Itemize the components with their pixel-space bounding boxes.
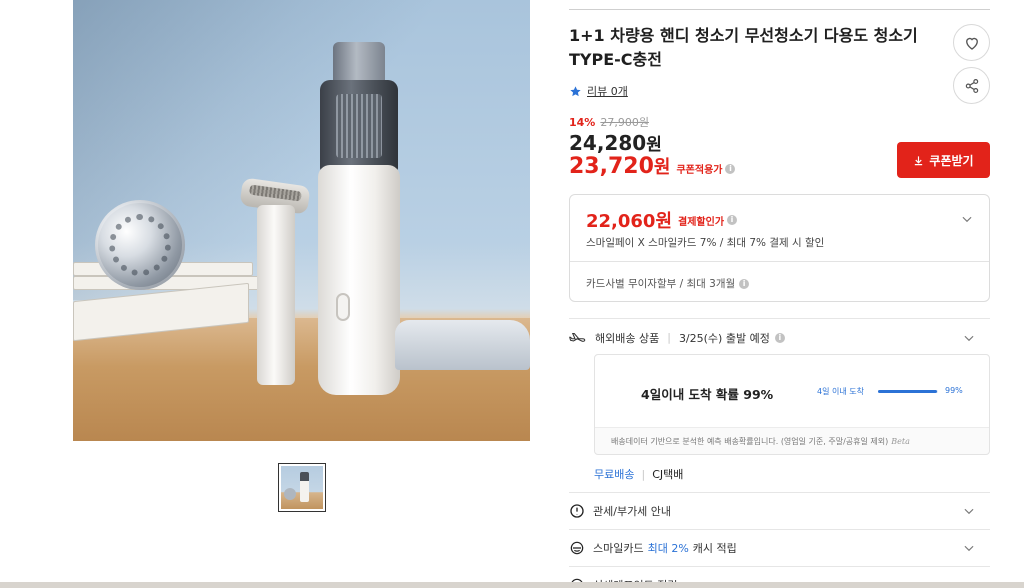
customs-info-row[interactable]: 관세/부가세 안내 [569, 492, 990, 528]
divider [569, 9, 990, 10]
installment-label: 카드사별 무이자할부 / 최대 3개월 [586, 278, 736, 290]
get-coupon-button[interactable]: 쿠폰받기 [897, 142, 990, 178]
installment-info: 카드사별 무이자할부 / 최대 3개월 i [586, 276, 750, 291]
product-info-panel: 1+1 차량용 핸디 청소기 무선청소기 다용도 청소기 TYPE-C충전 리뷰… [569, 0, 990, 588]
chevron-down-icon [962, 216, 972, 223]
product-title: 1+1 차량용 핸디 청소기 무선청소기 다용도 청소기 TYPE-C충전 [569, 26, 918, 69]
probability-summary: 4일이내 도착 확률 99% 4일 이내 도착 99% [595, 355, 989, 428]
probability-bar [878, 390, 938, 393]
image-vacuum-body [318, 165, 400, 395]
probability-headline: 4일이내 도착 확률 99% [641, 387, 774, 402]
share-button[interactable] [953, 67, 990, 104]
smile-card-highlight: 최대 2% [647, 541, 689, 555]
info-icon[interactable]: i [725, 163, 736, 174]
probability-label: 4일 이내 도착 [817, 387, 864, 396]
image-decor-sphere [95, 200, 185, 290]
card-icon [570, 541, 584, 554]
review-count: 리뷰 0개 [587, 85, 628, 98]
coupon-price-unit: 원 [653, 157, 671, 178]
sale-price: 24,280원 [569, 130, 662, 155]
original-price: 27,900원 [600, 116, 649, 129]
divider [570, 261, 989, 262]
plane-icon [569, 332, 586, 342]
smile-card-suffix: 캐시 적립 [692, 541, 737, 555]
smile-card-row[interactable]: 스마일카드 최대 2% 캐시 적립 [569, 529, 990, 565]
payment-price: 22,060원 결제할인가 i [586, 207, 738, 233]
image-cloth [395, 320, 530, 370]
coupon-note-label: 쿠폰적용가 [676, 165, 723, 176]
get-coupon-label: 쿠폰받기 [929, 153, 974, 168]
product-main-image [73, 0, 530, 441]
delivery-probability-box: 4일이내 도착 확률 99% 4일 이내 도착 99% 배송데이터 기반으로 분… [594, 354, 990, 455]
payment-discount-box: 22,060원 결제할인가 i 스마일페이 X 스마일카드 7% / 최대 7%… [569, 194, 990, 302]
review-link[interactable]: 리뷰 0개 [569, 83, 628, 99]
shipping-departure: 3/25(수) 출발 예정 [678, 331, 770, 345]
info-icon[interactable]: i [727, 215, 738, 225]
payment-price-value: 22,060원 [586, 211, 673, 232]
download-icon [915, 155, 923, 165]
star-icon [570, 85, 581, 96]
wishlist-button[interactable] [953, 24, 990, 61]
share-icon [965, 78, 978, 93]
info-icon[interactable]: i [774, 332, 785, 343]
coupon-price-value: 23,720 [569, 154, 654, 179]
info-icon[interactable]: i [739, 278, 750, 289]
free-shipping-label: 무료배송 [594, 468, 635, 481]
delivery-info: 무료배송 | CJ택배 [594, 466, 683, 482]
probability-footnote: 배송데이터 기반으로 분석한 예측 배송확률입니다. (영업일 기준, 주말/공… [611, 436, 910, 447]
coupon-price: 23,720원 쿠폰적용가 i [569, 153, 736, 179]
separator: | [667, 331, 671, 344]
payment-expand-toggle[interactable] [960, 211, 974, 230]
payment-note: 결제할인가 i [678, 213, 738, 228]
image-vacuum-power-button [336, 293, 350, 321]
coupon-note: 쿠폰적용가 i [676, 161, 736, 176]
alert-circle-icon [570, 503, 584, 518]
sale-price-value: 24,280 [569, 131, 647, 155]
payment-description: 스마일페이 X 스마일카드 7% / 최대 7% 결제 시 할인 [586, 237, 825, 249]
probability-percent: 99% [945, 386, 963, 395]
payment-note-label: 결제할인가 [678, 216, 725, 228]
smile-card-prefix: 스마일카드 [593, 541, 644, 555]
probability-bar-fill [878, 390, 938, 393]
chevron-down-icon [964, 508, 974, 514]
chevron-down-icon [964, 335, 974, 341]
shipping-row[interactable]: 해외배송 상품 | 3/25(수) 출발 예정 i [569, 318, 990, 356]
image-vacuum-bin [320, 80, 398, 172]
thumbnail-1[interactable] [278, 463, 326, 512]
chevron-down-icon [964, 545, 974, 551]
thumbnail-image [281, 466, 323, 509]
discount-row: 14% 27,900원 [569, 114, 649, 130]
image-nozzle-attachment [257, 205, 295, 385]
shipping-type: 해외배송 상품 [595, 331, 660, 345]
bottom-bar [0, 582, 1024, 588]
probability-footnote-text: 배송데이터 기반으로 분석한 예측 배송확률입니다. (영업일 기준, 주말/공… [611, 437, 889, 446]
carrier-label: CJ택배 [652, 468, 684, 481]
discount-percent: 14% [569, 116, 596, 129]
beta-badge: Beta [891, 437, 910, 446]
heart-icon [965, 37, 978, 50]
separator: | [641, 467, 646, 481]
customs-label: 관세/부가세 안내 [593, 504, 672, 518]
sale-price-unit: 원 [646, 135, 662, 155]
